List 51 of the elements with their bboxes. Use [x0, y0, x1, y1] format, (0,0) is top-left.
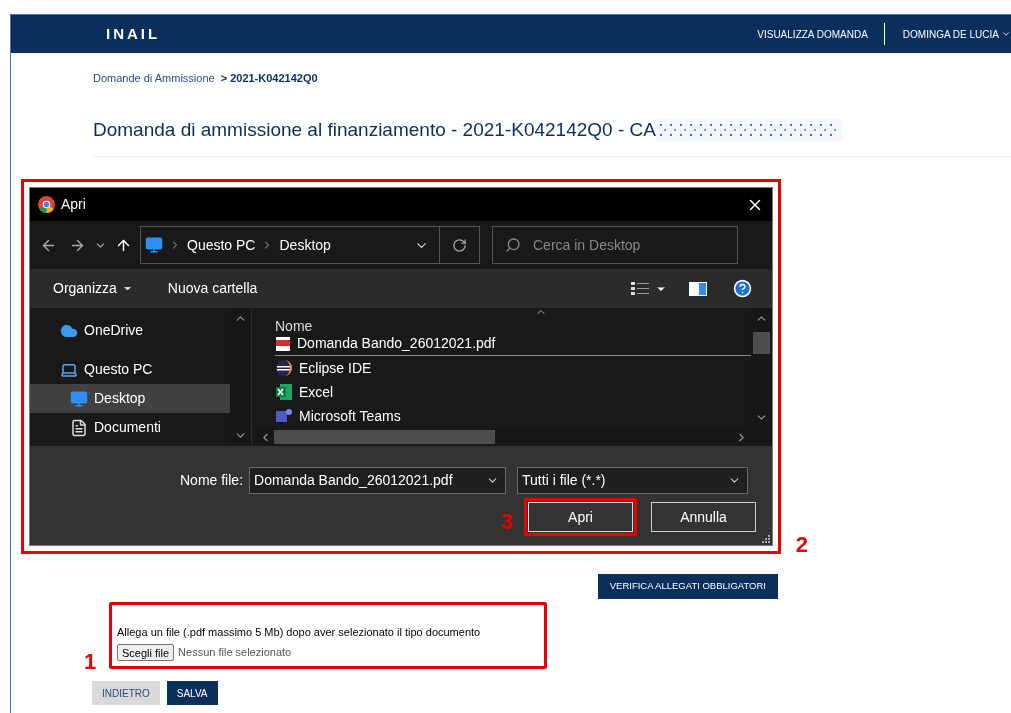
logo: INAIL	[106, 23, 161, 44]
help-icon[interactable]	[733, 279, 752, 298]
folder-nav-item[interactable]: Questo PC	[30, 355, 251, 384]
page-title: Domanda di ammissione al finanziamento - 2021-K042142Q0 - CA	[93, 117, 656, 142]
dialog-title: Apri	[61, 195, 86, 214]
step-number: 2	[795, 531, 808, 559]
header-link[interactable]: DOMINGA DE LUCIA	[902, 26, 999, 42]
file-row[interactable]: Excel	[275, 380, 751, 404]
file-row[interactable]: Domanda Bando_26012021.pdf	[275, 332, 751, 356]
search-field[interactable]: Cerca in Desktop	[492, 226, 738, 264]
breadcrumb-link[interactable]: Domande di Ammissione	[93, 70, 215, 87]
path-segment[interactable]: Desktop	[279, 234, 331, 256]
chat-app-icon	[275, 407, 293, 425]
search-icon	[505, 237, 521, 253]
pdf-file-icon	[275, 335, 291, 352]
header-link[interactable]: VISUALIZZA DOMANDA	[757, 26, 868, 42]
file-status: Nessun file selezionato	[178, 644, 292, 660]
dialog-button[interactable]: Annulla	[651, 502, 756, 532]
eclipse-app-icon	[275, 359, 293, 377]
file-type-dropdown[interactable]: Tutti i file (*.*)	[517, 467, 749, 494]
resize-grip-icon[interactable]	[762, 535, 770, 543]
step-number: 3	[501, 508, 514, 536]
folder-nav-item[interactable]: OneDrive	[30, 316, 251, 345]
file-row[interactable]: Microsoft Teams	[275, 404, 751, 428]
refresh-icon[interactable]	[452, 237, 467, 253]
spreadsheet-app-icon	[275, 383, 293, 401]
search-input[interactable]: Cerca in Desktop	[533, 234, 723, 256]
browser-icon	[38, 196, 55, 213]
verify-attachments-button[interactable]: VERIFICA ALLEGATI OBBLIGATORI	[597, 574, 778, 599]
folder-nav-item[interactable]: Documenti	[30, 413, 251, 442]
filename-label: Nome file:	[180, 471, 244, 490]
path-segment[interactable]: Questo PC	[187, 234, 256, 256]
upload-label: Allega un file (.pdf massimo 5 Mb) dopo aver selezionato il tipo documento	[117, 625, 482, 640]
column-header[interactable]: Nome	[275, 318, 313, 334]
address-bar[interactable]: Questo PC Desktop	[140, 226, 480, 264]
document-icon	[70, 418, 88, 437]
save-button[interactable]: SALVA	[166, 681, 218, 705]
organize-menu[interactable]: Organizza	[53, 278, 133, 299]
filename-field[interactable]: Domanda Bando_26012021.pdf	[249, 467, 507, 494]
monitor-icon	[145, 236, 163, 254]
view-options-icon[interactable]	[631, 280, 649, 297]
breadcrumb-current: > 2021-K042142Q0	[220, 71, 318, 86]
dialog-button[interactable]: Apri	[528, 502, 633, 532]
new-folder-button[interactable]: Nuova cartella	[167, 278, 258, 299]
preview-pane-icon[interactable]	[689, 281, 707, 296]
monitor-icon	[70, 389, 88, 408]
file-row[interactable]: Eclipse IDE	[275, 356, 751, 380]
back-button[interactable]: INDIETRO	[92, 681, 160, 705]
step-number: 1	[84, 648, 97, 676]
caret-icon	[1001, 29, 1011, 39]
choose-file-button[interactable]: Scegli file	[117, 643, 175, 661]
